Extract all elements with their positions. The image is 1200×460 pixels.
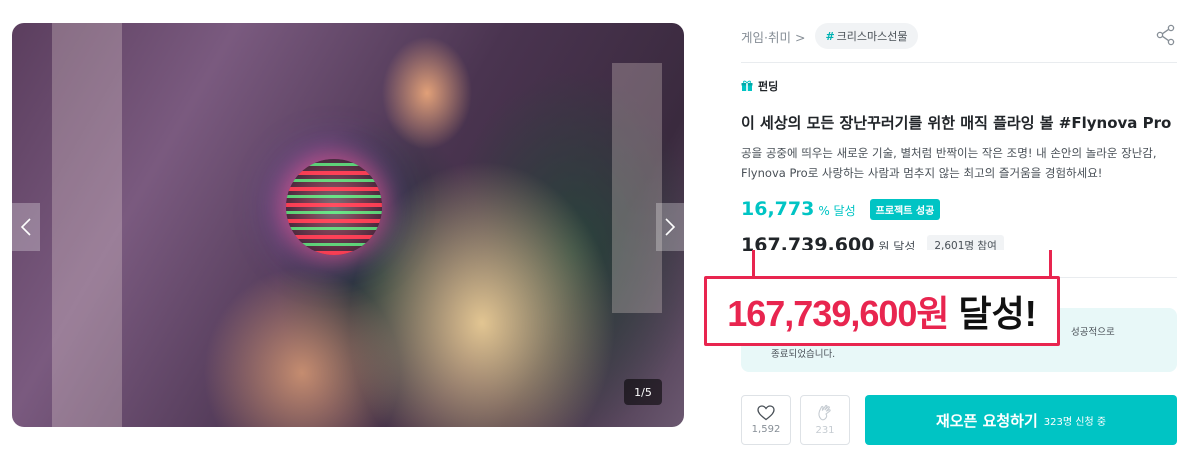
share-icon[interactable] xyxy=(1155,24,1177,46)
project-title: 이 세상의 모든 장난꾸러기를 위한 매직 플라잉 볼 #Flynova Pro xyxy=(741,114,1172,132)
alarm-button[interactable]: 231 xyxy=(800,395,850,445)
funding-label: 펀딩 xyxy=(741,78,778,94)
gallery-next-button[interactable] xyxy=(656,203,684,251)
gift-icon xyxy=(741,80,753,91)
background-light xyxy=(52,23,122,427)
rate-unit: % 달성 xyxy=(818,204,856,218)
clap-icon xyxy=(818,405,831,421)
image-counter: 1/5 xyxy=(624,379,662,405)
like-button[interactable]: 1,592 xyxy=(741,395,791,445)
like-count: 1,592 xyxy=(751,424,781,435)
hashtag-chip[interactable]: # 크리스마스선물 xyxy=(815,23,918,49)
callout-text: 달성! xyxy=(958,293,1037,334)
product-image-gallery[interactable]: 1/5 xyxy=(12,23,684,427)
project-description: 공을 공중에 띄우는 새로운 기술, 별처럼 반짝이는 작은 조명! 내 손안의… xyxy=(741,146,1157,180)
reopen-count: 323명 신청 중 xyxy=(1043,416,1107,428)
chevron-left-icon xyxy=(20,218,31,236)
chevron-right-icon xyxy=(665,218,676,236)
callout-amount: 167,739,600원 xyxy=(727,293,949,334)
gallery-prev-button[interactable] xyxy=(12,203,40,251)
project-info-panel: 게임·취미 > # 크리스마스선물 펀딩 이 세상의 모든 장난꾸러기를 위한 매… xyxy=(741,0,1177,460)
reopen-request-button[interactable]: 재오픈 요청하기 323명 신청 중 xyxy=(865,395,1177,445)
status-badge: 프로젝트 성공 xyxy=(869,198,941,220)
breadcrumb: 게임·취미 > # 크리스마스선물 xyxy=(741,23,918,49)
reopen-label: 재오픈 요청하기 xyxy=(935,411,1038,430)
divider xyxy=(741,62,1177,63)
alarm-count: 231 xyxy=(815,425,835,436)
rate-value: 16,773 xyxy=(741,198,815,220)
breadcrumb-category[interactable]: 게임·취미 > xyxy=(741,27,805,46)
flying-ball-image xyxy=(286,159,382,255)
heart-icon xyxy=(757,405,775,421)
achievement-rate: 16,773 % 달성 프로젝트 성공 xyxy=(741,198,941,220)
achievement-callout: 167,739,600원 달성! xyxy=(704,276,1060,346)
background-light xyxy=(612,63,662,313)
